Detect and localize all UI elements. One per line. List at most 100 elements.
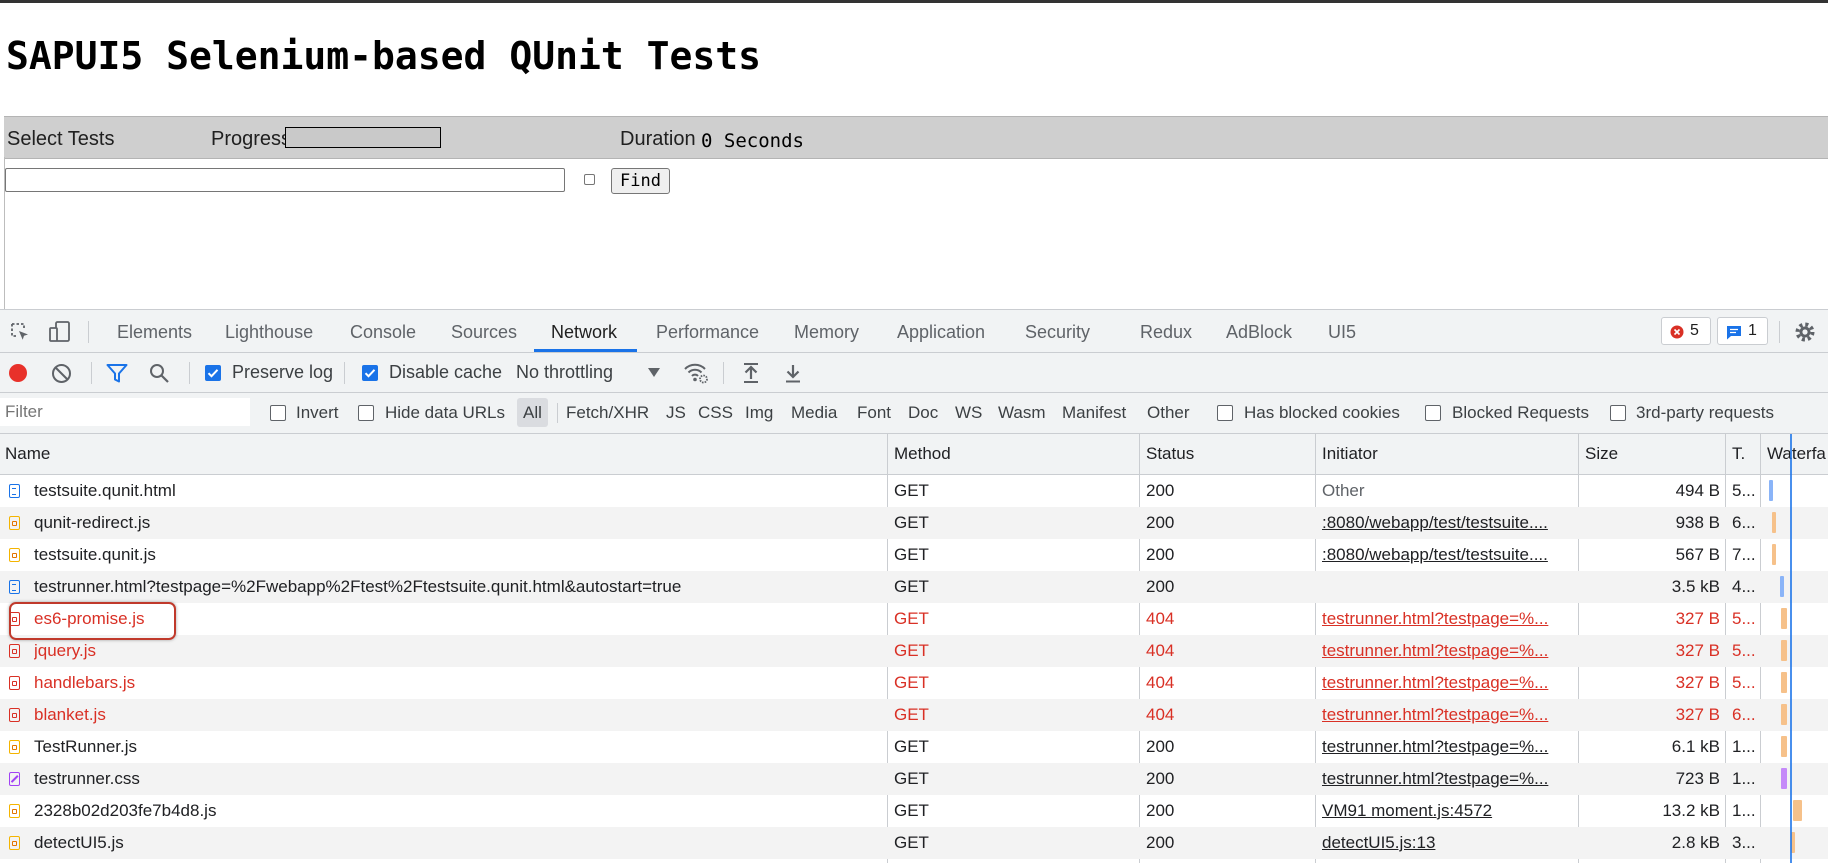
filter-type-fetch-xhr[interactable]: Fetch/XHR xyxy=(566,403,649,423)
tab-ui5[interactable]: UI5 xyxy=(1328,322,1356,343)
table-row[interactable]: testrunner.css GET 200 testrunner.html?test… xyxy=(0,763,1828,795)
tab-security[interactable]: Security xyxy=(1025,322,1090,343)
blocked-requests-label[interactable]: Blocked Requests xyxy=(1452,403,1589,423)
table-row[interactable]: handlebars.js GET 404 testrunner.html?testp… xyxy=(0,667,1828,699)
error-count-badge[interactable]: 5 xyxy=(1661,317,1711,345)
filter-type-media[interactable]: Media xyxy=(791,403,837,423)
blocked-requests-checkbox[interactable] xyxy=(1425,405,1441,421)
tab-sources[interactable]: Sources xyxy=(451,322,517,343)
request-name[interactable]: handlebars.js xyxy=(34,673,884,693)
request-name[interactable]: TestRunner.js xyxy=(34,737,884,757)
preserve-log-label[interactable]: Preserve log xyxy=(232,362,333,383)
filter-type-font[interactable]: Font xyxy=(857,403,891,423)
request-name[interactable]: qunit-redirect.js xyxy=(34,513,884,533)
table-row[interactable]: TestRunner.js GET 200 testrunner.html?testp… xyxy=(0,731,1828,763)
request-initiator[interactable]: testrunner.html?testpage=%... xyxy=(1322,705,1562,725)
search-icon[interactable] xyxy=(149,363,170,384)
filter-type-ws[interactable]: WS xyxy=(955,403,982,423)
table-row[interactable]: testrunner.html?testpage=%2Fwebapp%2Ftes… xyxy=(0,571,1828,603)
export-har-icon[interactable] xyxy=(783,362,803,384)
column-time[interactable]: T. xyxy=(1732,444,1745,464)
preserve-log-checkbox[interactable] xyxy=(205,365,221,381)
message-count-badge[interactable]: 1 xyxy=(1717,317,1768,345)
tab-adblock[interactable]: AdBlock xyxy=(1226,322,1292,343)
find-button[interactable]: Find xyxy=(611,168,670,194)
tab-performance[interactable]: Performance xyxy=(656,322,759,343)
column-size[interactable]: Size xyxy=(1585,444,1618,464)
test-search-input[interactable] xyxy=(5,168,565,192)
filter-type-img[interactable]: Img xyxy=(745,403,773,423)
device-toolbar-icon[interactable] xyxy=(48,320,72,344)
network-conditions-icon[interactable] xyxy=(683,361,709,385)
record-icon[interactable] xyxy=(8,363,28,383)
throttling-select[interactable]: No throttling xyxy=(516,362,613,383)
filter-type-wasm[interactable]: Wasm xyxy=(998,403,1046,423)
import-har-icon[interactable] xyxy=(741,362,761,384)
filter-separator xyxy=(557,403,558,423)
request-name[interactable]: testrunner.html?testpage=%2Fwebapp%2Ftes… xyxy=(34,577,884,597)
chevron-down-icon[interactable] xyxy=(648,368,660,377)
disable-cache-label[interactable]: Disable cache xyxy=(389,362,502,383)
request-initiator[interactable]: detectUI5.js:13 xyxy=(1322,833,1562,853)
tab-memory[interactable]: Memory xyxy=(794,322,859,343)
filter-type-doc[interactable]: Doc xyxy=(908,403,938,423)
request-name[interactable]: testsuite.qunit.html xyxy=(34,481,884,501)
request-initiator[interactable]: testrunner.html?testpage=%... xyxy=(1322,641,1562,661)
table-row[interactable]: qunit-redirect.js GET 200:8080/webapp/test… xyxy=(0,507,1828,539)
request-initiator[interactable]: :8080/webapp/test/testsuite.... xyxy=(1322,513,1562,533)
request-initiator[interactable]: VM91 moment.js:4572 xyxy=(1322,801,1562,821)
invert-label[interactable]: Invert xyxy=(296,403,339,423)
filter-type-js[interactable]: JS xyxy=(666,403,686,423)
column-waterfall[interactable]: Waterfa xyxy=(1767,444,1826,464)
clear-icon[interactable] xyxy=(51,363,72,384)
request-initiator[interactable]: testrunner.html?testpage=%... xyxy=(1322,609,1562,629)
disable-cache-checkbox[interactable] xyxy=(362,365,378,381)
tab-console[interactable]: Console xyxy=(350,322,416,343)
hide-data-urls-label[interactable]: Hide data URLs xyxy=(385,403,505,423)
tab-network[interactable]: Network xyxy=(551,322,617,343)
table-row[interactable]: testsuite.qunit.html GET 200 Other 494 B 5... xyxy=(0,475,1828,507)
filter-type-all[interactable]: All xyxy=(523,403,542,423)
filter-type-manifest[interactable]: Manifest xyxy=(1062,403,1126,423)
tab-lighthouse[interactable]: Lighthouse xyxy=(225,322,313,343)
request-initiator[interactable]: testrunner.html?testpage=%... xyxy=(1322,769,1562,789)
request-name[interactable]: testrunner.css xyxy=(34,769,884,789)
table-row[interactable]: 2328b02d203fe7b4d8.js GET 200 VM91 moment.j… xyxy=(0,795,1828,827)
invert-checkbox[interactable] xyxy=(270,405,286,421)
request-initiator[interactable]: :8080/webapp/test/testsuite.... xyxy=(1322,545,1562,565)
table-row[interactable]: es6-promise.js GET 404 testrunner.html?test… xyxy=(0,603,1828,635)
column-status[interactable]: Status xyxy=(1146,444,1194,464)
request-name[interactable]: detectUI5.js xyxy=(34,833,884,853)
has-blocked-cookies-checkbox[interactable] xyxy=(1217,405,1233,421)
filter-type-css[interactable]: CSS xyxy=(698,403,733,423)
hide-data-urls-checkbox[interactable] xyxy=(358,405,374,421)
has-blocked-cookies-label[interactable]: Has blocked cookies xyxy=(1244,403,1400,423)
column-name[interactable]: Name xyxy=(5,444,50,464)
tab-application[interactable]: Application xyxy=(897,322,985,343)
request-status: 200 xyxy=(1146,513,1175,532)
request-initiator[interactable]: testrunner.html?testpage=%... xyxy=(1322,673,1562,693)
third-party-label[interactable]: 3rd-party requests xyxy=(1636,403,1774,423)
request-method: GET xyxy=(894,641,929,660)
filter-input[interactable] xyxy=(0,398,250,426)
test-filter-checkbox[interactable] xyxy=(584,174,595,185)
tab-elements[interactable]: Elements xyxy=(117,322,192,343)
request-name[interactable]: testsuite.qunit.js xyxy=(34,545,884,565)
request-name[interactable]: jquery.js xyxy=(34,641,884,661)
column-method[interactable]: Method xyxy=(894,444,951,464)
request-initiator[interactable]: testrunner.html?testpage=%... xyxy=(1322,737,1562,757)
filter-icon[interactable] xyxy=(106,363,128,384)
tab-redux[interactable]: Redux xyxy=(1140,322,1192,343)
request-name[interactable]: blanket.js xyxy=(34,705,884,725)
inspect-element-icon[interactable] xyxy=(9,321,31,343)
column-initiator[interactable]: Initiator xyxy=(1322,444,1378,464)
table-row[interactable]: testsuite.qunit.js GET 200:8080/webapp/tes… xyxy=(0,539,1828,571)
table-row[interactable]: jquery.js GET 404 testrunner.html?testpage=… xyxy=(0,635,1828,667)
third-party-checkbox[interactable] xyxy=(1610,405,1626,421)
gear-icon[interactable] xyxy=(1793,320,1817,344)
filter-type-other[interactable]: Other xyxy=(1147,403,1190,423)
table-row[interactable]: blanket.js GET 404 testrunner.html?testpage… xyxy=(0,699,1828,731)
request-name[interactable]: 2328b02d203fe7b4d8.js xyxy=(34,801,884,821)
request-status: 200 xyxy=(1146,833,1175,852)
table-row[interactable]: detectUI5.js GET 200 detectUI5.js:13 2.8 kB 3… xyxy=(0,827,1828,859)
